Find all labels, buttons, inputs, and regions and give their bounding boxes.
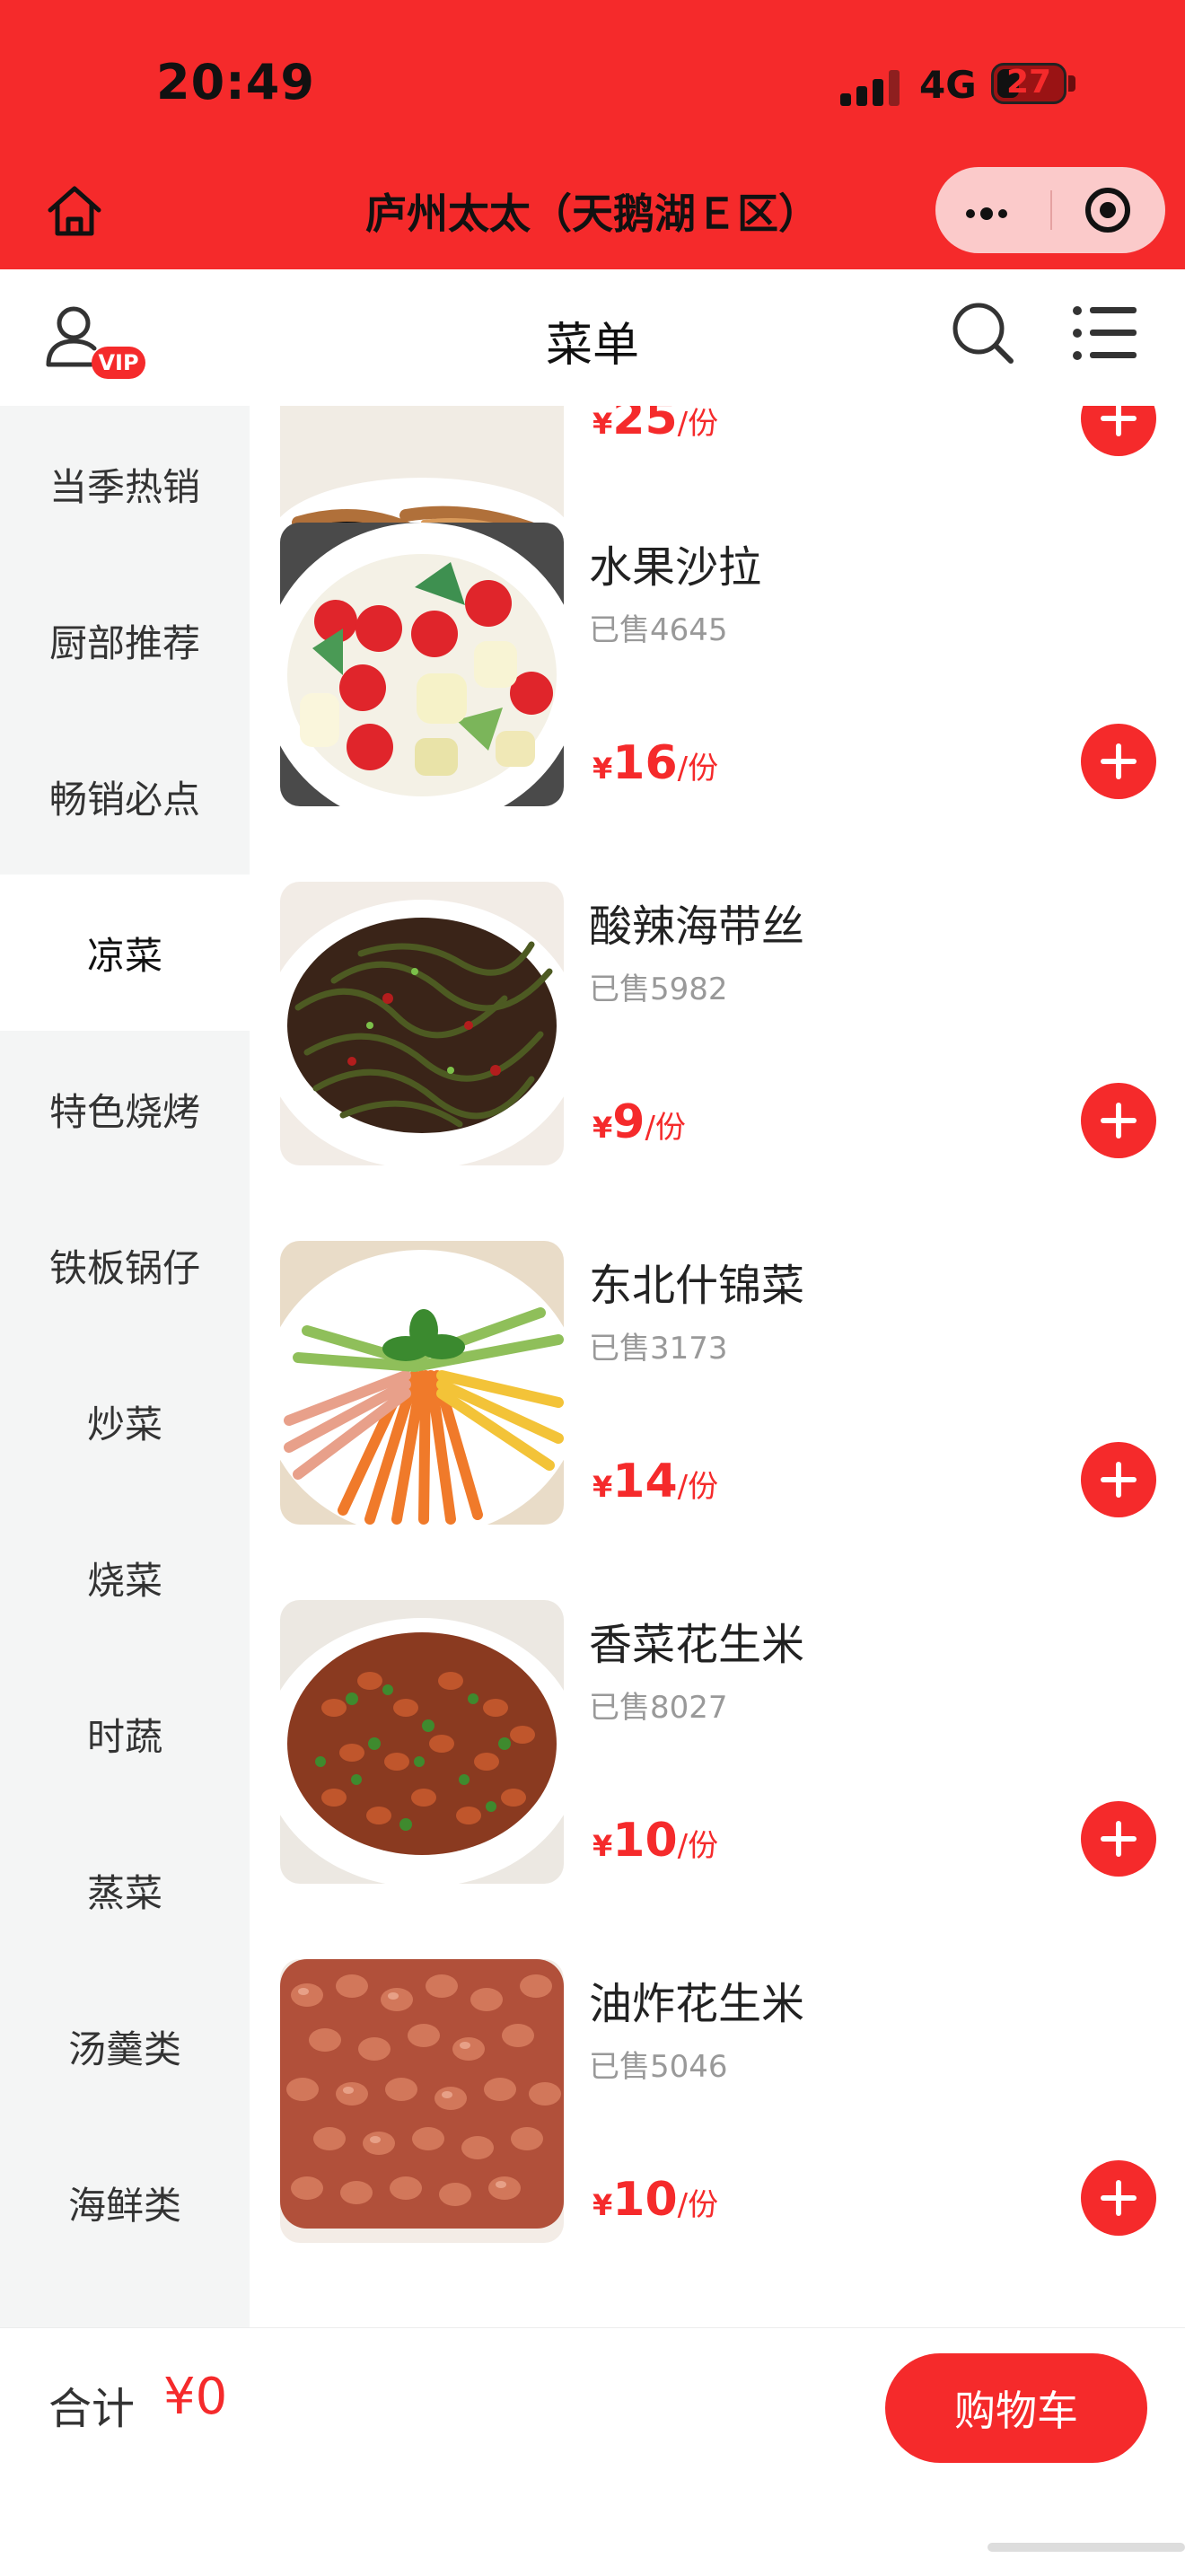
- dish-sold-count: 已售4645: [589, 612, 728, 648]
- dish-name: 水果沙拉: [589, 542, 762, 593]
- add-to-cart-button[interactable]: [1081, 1083, 1156, 1158]
- category-item[interactable]: 海鲜类: [0, 2124, 250, 2281]
- dish-price: ¥16/份: [592, 736, 719, 790]
- dish-item[interactable]: 水果沙拉 已售4645 ¥16/份: [250, 523, 1185, 882]
- vip-user-icon[interactable]: VIP: [45, 302, 153, 382]
- network-type: 4G: [919, 63, 977, 107]
- add-to-cart-button[interactable]: [1081, 1442, 1156, 1517]
- category-item[interactable]: 汤羹类: [0, 1968, 250, 2124]
- capsule-divider: [1050, 190, 1052, 230]
- dish-sold-count: 已售5982: [589, 971, 728, 1007]
- total-amount: ¥0: [163, 2368, 228, 2426]
- category-item[interactable]: 特色烧烤: [0, 1031, 250, 1187]
- dish-item[interactable]: 香菜花生米 已售8027 ¥10/份: [250, 1600, 1185, 1959]
- dish-price: ¥10/份: [592, 2173, 719, 2227]
- dish-image[interactable]: [280, 1241, 564, 1525]
- cart-bar: 合计 ¥0 购物车: [0, 2327, 1185, 2576]
- signal-icon: [840, 66, 903, 106]
- dish-image[interactable]: [280, 1600, 564, 1884]
- home-indicator: [988, 2543, 1185, 2552]
- dish-image[interactable]: [280, 523, 564, 806]
- page-title: 菜单: [545, 319, 639, 373]
- category-item[interactable]: 蒸菜: [0, 1812, 250, 1968]
- dish-price: ¥25/份: [592, 406, 719, 445]
- dish-sold-count: 已售3173: [589, 1331, 728, 1367]
- dish-price: ¥9/份: [592, 1095, 686, 1149]
- dish-item[interactable]: 油炸花生米 已售5046 ¥10/份: [250, 1959, 1185, 2318]
- category-item-active[interactable]: 凉菜: [0, 875, 250, 1031]
- dish-price: ¥10/份: [592, 1814, 719, 1868]
- add-to-cart-button[interactable]: [1081, 2160, 1156, 2236]
- page-header: VIP 菜单: [0, 269, 1185, 407]
- battery-tip: [1068, 75, 1075, 92]
- dish-list[interactable]: ¥25/份 水果沙拉 已售4645 ¥16/份 酸辣海带丝 已售5982 ¥9/…: [250, 406, 1185, 2327]
- dish-sold-count: 已售8027: [589, 1690, 728, 1726]
- dish-image[interactable]: [280, 1959, 564, 2243]
- category-sidebar: 当季热销 厨部推荐 畅销必点 凉菜 特色烧烤 铁板锅仔 炒菜 烧菜 时蔬 蒸菜 …: [0, 406, 250, 2327]
- dish-price: ¥14/份: [592, 1455, 719, 1508]
- add-to-cart-button[interactable]: [1081, 724, 1156, 799]
- menu-list-icon[interactable]: [1072, 302, 1138, 365]
- category-item[interactable]: 当季热销: [0, 406, 250, 562]
- dish-name: 香菜花生米: [589, 1620, 805, 1670]
- battery-icon: 27: [991, 63, 1066, 104]
- dish-sold-count: 已售5046: [589, 2049, 728, 2085]
- status-time: 20:49: [156, 54, 315, 110]
- vip-badge: VIP: [98, 350, 138, 375]
- dish-image[interactable]: [280, 882, 564, 1165]
- category-item[interactable]: 畅销必点: [0, 718, 250, 875]
- add-to-cart-button[interactable]: [1081, 1801, 1156, 1877]
- add-to-cart-button[interactable]: [1081, 406, 1156, 456]
- dish-item[interactable]: ¥25/份: [250, 406, 1185, 591]
- category-item[interactable]: 厨部推荐: [0, 562, 250, 718]
- dish-item[interactable]: 酸辣海带丝 已售5982 ¥9/份: [250, 882, 1185, 1241]
- category-item[interactable]: 烧菜: [0, 1499, 250, 1656]
- more-icon[interactable]: [966, 205, 1013, 222]
- category-item[interactable]: 时蔬: [0, 1656, 250, 1812]
- search-icon[interactable]: [950, 300, 1016, 366]
- dish-name: 酸辣海带丝: [589, 901, 805, 952]
- home-icon[interactable]: [43, 180, 106, 242]
- dish-item[interactable]: 东北什锦菜 已售3173 ¥14/份: [250, 1241, 1185, 1600]
- store-title: 庐州太太（天鹅湖Ｅ区）: [365, 189, 820, 238]
- top-bar: 20:49 4G 27 庐州太太（天鹅湖Ｅ区）: [0, 0, 1185, 269]
- category-item[interactable]: 铁板锅仔: [0, 1187, 250, 1343]
- category-item[interactable]: 炒菜: [0, 1343, 250, 1499]
- dish-name: 东北什锦菜: [589, 1261, 805, 1311]
- miniprogram-capsule: [935, 167, 1165, 253]
- battery-level: 27: [1005, 64, 1052, 101]
- close-miniprogram-icon[interactable]: [1083, 185, 1133, 235]
- total-label: 合计: [48, 2384, 136, 2434]
- dish-name: 油炸花生米: [589, 1979, 805, 2029]
- cart-button[interactable]: 购物车: [885, 2353, 1147, 2463]
